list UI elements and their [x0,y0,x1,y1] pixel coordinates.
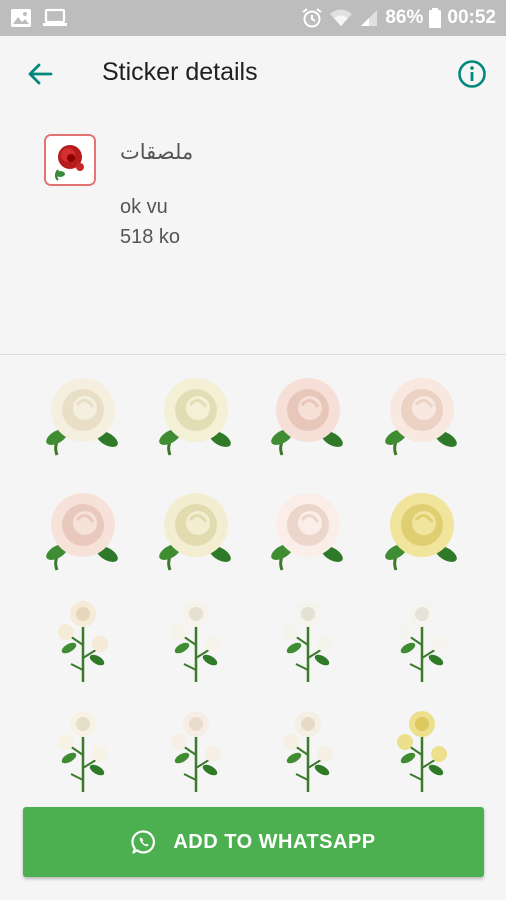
sticker-white-rose-bouquet[interactable] [33,700,133,800]
laptop-notification-icon [43,8,67,26]
back-button[interactable] [22,56,58,92]
info-icon [458,60,486,88]
sticker-white-rose-large[interactable] [33,365,133,465]
sticker-pink-rose-side[interactable] [33,480,133,580]
clock: 00:52 [447,7,496,28]
battery-icon [429,8,442,28]
pack-name: ملصقات [120,141,194,164]
sticker-rose-bush[interactable] [258,700,358,800]
add-to-whatsapp-button[interactable]: ADD TO WHATSAPP [23,807,484,877]
sticker-white-rose-stem[interactable] [146,590,246,690]
sticker-cream-roses-cluster[interactable] [33,590,133,690]
add-button-label: ADD TO WHATSAPP [173,830,376,853]
back-arrow-icon [28,63,53,85]
info-button[interactable] [454,56,490,92]
signal-icon [361,10,378,26]
sticker-rose-sprig[interactable] [258,480,358,580]
sticker-pink-rose[interactable] [258,365,358,465]
sticker-yellow-rose-bouquet[interactable] [372,480,472,580]
wifi-icon [330,9,353,26]
sticker-pack-info: ملصقات ok vu 518 ko [0,112,506,354]
app-bar: Sticker details [0,36,506,112]
sticker-yellow-rose-wreath[interactable] [372,700,472,800]
whatsapp-icon [131,830,156,854]
sticker-white-rose-branch[interactable] [258,590,358,690]
sticker-peach-rose-leaves[interactable] [372,365,472,465]
page-title: Sticker details [102,58,258,86]
pack-size: 518 ko [120,226,181,248]
sticker-rose-branch-diagonal[interactable] [146,700,246,800]
sticker-cream-rose-stem[interactable] [146,480,246,580]
gallery-notification-icon [11,9,31,27]
battery-percent: 86% [385,7,424,28]
sticker-white-flower-branch[interactable] [372,590,472,690]
alarm-icon [302,8,322,28]
pack-tray-icon [44,134,96,186]
sticker-grid [0,355,506,800]
status-bar: 86% 00:52 [0,0,506,36]
pack-author: ok vu [120,196,168,218]
sticker-cream-rose-leaves[interactable] [146,365,246,465]
